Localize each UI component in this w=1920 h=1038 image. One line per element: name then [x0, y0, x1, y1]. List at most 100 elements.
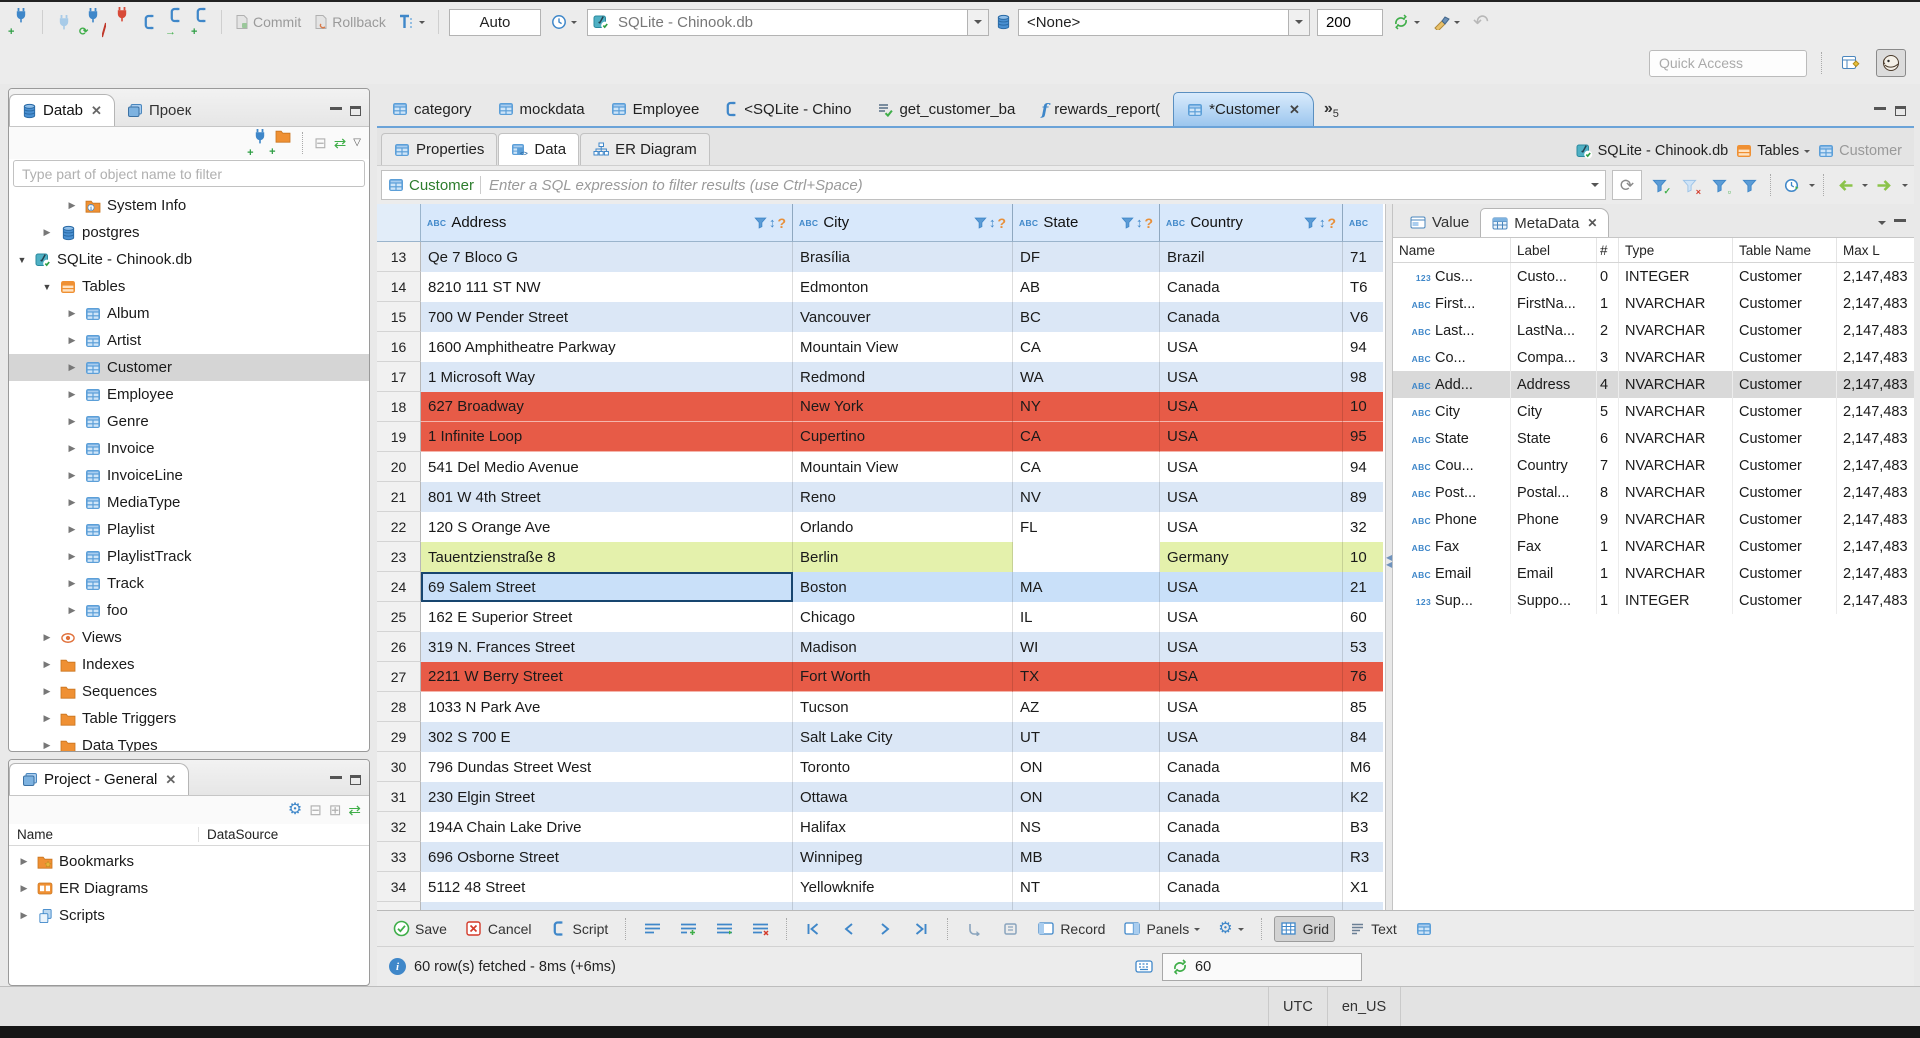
grid-cell[interactable]: Winnipeg: [793, 842, 1013, 872]
grid-cell[interactable]: Mountain View: [793, 452, 1013, 482]
tree-item-table-triggers[interactable]: ▶ Table Triggers: [9, 705, 369, 732]
grid-cell[interactable]: NY: [1013, 392, 1160, 422]
meta-column-table-name[interactable]: Table Name: [1733, 238, 1837, 262]
tree-item-data-types[interactable]: ▶ Data Types: [9, 732, 369, 751]
grid-cell[interactable]: MA: [1013, 572, 1160, 602]
transaction-history-button[interactable]: [548, 12, 580, 32]
grid-cell[interactable]: 162 E Superior Street: [421, 602, 793, 632]
column-header-address[interactable]: ABC Address ↕?: [421, 204, 793, 242]
tree-item-playlisttrack[interactable]: ▶ PlaylistTrack: [9, 543, 369, 570]
quick-access-input[interactable]: [1649, 49, 1807, 77]
expand-all-icon[interactable]: ⊞: [329, 803, 342, 818]
metadata-row[interactable]: ABC First... FirstNa... 1 NVARCHAR Customer 2,…: [1393, 290, 1914, 317]
grid-cell[interactable]: Germany: [1160, 542, 1343, 572]
grid-cell[interactable]: 53: [1343, 632, 1383, 662]
grid-cell[interactable]: 71: [1343, 242, 1383, 272]
grid-cell[interactable]: USA: [1160, 392, 1343, 422]
grid-cell[interactable]: 10: [1343, 542, 1383, 572]
meta-column-[interactable]: #: [1597, 238, 1619, 262]
tree-item-mediatype[interactable]: ▶ MediaType: [9, 489, 369, 516]
row-number[interactable]: 13: [377, 242, 421, 272]
grid-cell[interactable]: CA: [1013, 452, 1160, 482]
minimize-icon[interactable]: [1874, 106, 1886, 116]
tab-database-navigator[interactable]: Datab ✕: [9, 94, 115, 126]
grid-cell[interactable]: Orlando: [793, 512, 1013, 542]
tree-item-indexes[interactable]: ▶ Indexes: [9, 651, 369, 678]
tree-collapsed-arrow-icon[interactable]: ▶: [17, 883, 31, 894]
sql-filter-input[interactable]: Customer Enter a SQL expression to filte…: [381, 170, 1606, 200]
tree-expanded-arrow-icon[interactable]: ▼: [40, 282, 54, 292]
delete-row-button[interactable]: [746, 917, 774, 941]
next-page-button[interactable]: [871, 917, 899, 941]
column-header-name[interactable]: Name: [9, 827, 199, 842]
grid-cell[interactable]: Brasília: [793, 242, 1013, 272]
grid-cell[interactable]: Tucson: [793, 692, 1013, 722]
tree-item-system-info[interactable]: ▶ i System Info: [9, 192, 369, 219]
grid-mode-button[interactable]: Grid: [1273, 915, 1336, 942]
grid-cell[interactable]: Yellowknife: [793, 872, 1013, 902]
grid-cell[interactable]: NS: [1013, 812, 1160, 842]
data-transfer-button[interactable]: [1430, 12, 1463, 32]
metadata-row[interactable]: 123 Sup... Suppo... 1 INTEGER Customer 2,147,4…: [1393, 587, 1914, 614]
metadata-row[interactable]: ABC Add... Address 4 NVARCHAR Customer 2,147,4…: [1393, 371, 1914, 398]
open-sql-script-button[interactable]: →: [165, 5, 185, 40]
maximize-icon[interactable]: [350, 775, 361, 785]
custom-filter-button[interactable]: [1736, 172, 1762, 198]
tree-collapsed-arrow-icon[interactable]: ▶: [65, 551, 79, 562]
grid-cell[interactable]: 302 S 700 E: [421, 722, 793, 752]
grid-cell[interactable]: 2211 W Berry Street: [421, 662, 793, 692]
grid-cell[interactable]: 94: [1343, 332, 1383, 362]
tree-item-invoice[interactable]: ▶ Invoice: [9, 435, 369, 462]
grid-cell[interactable]: USA: [1160, 362, 1343, 392]
panel-splitter[interactable]: ◀ ◀: [1385, 204, 1393, 910]
tab-properties[interactable]: Properties: [381, 133, 498, 165]
grid-cell[interactable]: Canada: [1160, 302, 1343, 332]
timezone-indicator[interactable]: UTC: [1268, 987, 1328, 1026]
chevron-down-icon[interactable]: [1591, 183, 1599, 191]
sort-icon[interactable]: ↕: [989, 215, 996, 230]
grid-cell[interactable]: ON: [1013, 782, 1160, 812]
tree-item-sqlite-chinook-db[interactable]: ▼ SQLite - Chinook.db: [9, 246, 369, 273]
metadata-row[interactable]: ABC Email Email 1 NVARCHAR Customer 2,147,483: [1393, 560, 1914, 587]
grid-cell[interactable]: USA: [1160, 512, 1343, 542]
editor-tab-get-customer-ba[interactable]: get_customer_ba: [864, 92, 1028, 126]
grid-cell[interactable]: USA: [1160, 602, 1343, 632]
grid-cell[interactable]: [1343, 902, 1383, 910]
grid-cell[interactable]: T6: [1343, 272, 1383, 302]
grid-cell[interactable]: UT: [1013, 722, 1160, 752]
grid-cell[interactable]: 696 Osborne Street: [421, 842, 793, 872]
tab-projects[interactable]: Проек: [115, 94, 203, 126]
link-with-editor-icon[interactable]: ⇄: [348, 803, 361, 818]
save-filter-button[interactable]: ▫: [1706, 172, 1732, 198]
tree-expanded-arrow-icon[interactable]: ▼: [15, 255, 29, 265]
metadata-row[interactable]: ABC Phone Phone 9 NVARCHAR Customer 2,147,483: [1393, 506, 1914, 533]
grid-cell[interactable]: Canada: [1160, 782, 1343, 812]
copy-row-button[interactable]: [710, 917, 738, 941]
grid-cell[interactable]: Reno: [793, 482, 1013, 512]
grid-cell[interactable]: USA: [1160, 482, 1343, 512]
grid-cell[interactable]: 801 W 4th Street: [421, 482, 793, 512]
meta-column-type[interactable]: Type: [1619, 238, 1733, 262]
commit-button[interactable]: Commit: [232, 12, 304, 32]
meta-column-max-l[interactable]: Max L: [1837, 238, 1914, 262]
text-mode-button[interactable]: Text: [1343, 917, 1402, 941]
grid-cell[interactable]: NT: [1013, 872, 1160, 902]
tree-collapsed-arrow-icon[interactable]: ▶: [40, 632, 54, 643]
tree-collapsed-arrow-icon[interactable]: ▶: [40, 686, 54, 697]
row-number[interactable]: 33: [377, 842, 421, 872]
grid-cell[interactable]: R3: [1343, 842, 1383, 872]
new-sql-script-button[interactable]: +: [191, 5, 211, 40]
grid-cell[interactable]: New York: [793, 392, 1013, 422]
grid-cell[interactable]: Canada: [1160, 812, 1343, 842]
row-number[interactable]: 32: [377, 812, 421, 842]
tree-collapsed-arrow-icon[interactable]: ▶: [40, 227, 54, 238]
grid-cell[interactable]: Fort Worth: [793, 662, 1013, 692]
splitter-collapse-icon[interactable]: ◀ ◀: [1386, 554, 1392, 569]
grid-cell[interactable]: 627 Broadway: [421, 392, 793, 422]
grid-cell[interactable]: IL: [1013, 602, 1160, 632]
tab-value[interactable]: Value: [1399, 208, 1480, 237]
grid-cell[interactable]: AZ: [1013, 692, 1160, 722]
sort-icon[interactable]: ↕: [1136, 215, 1143, 230]
grid-cell[interactable]: Canada: [1160, 842, 1343, 872]
breadcrumb-connection[interactable]: SQLite - Chinook.db: [1576, 143, 1728, 159]
